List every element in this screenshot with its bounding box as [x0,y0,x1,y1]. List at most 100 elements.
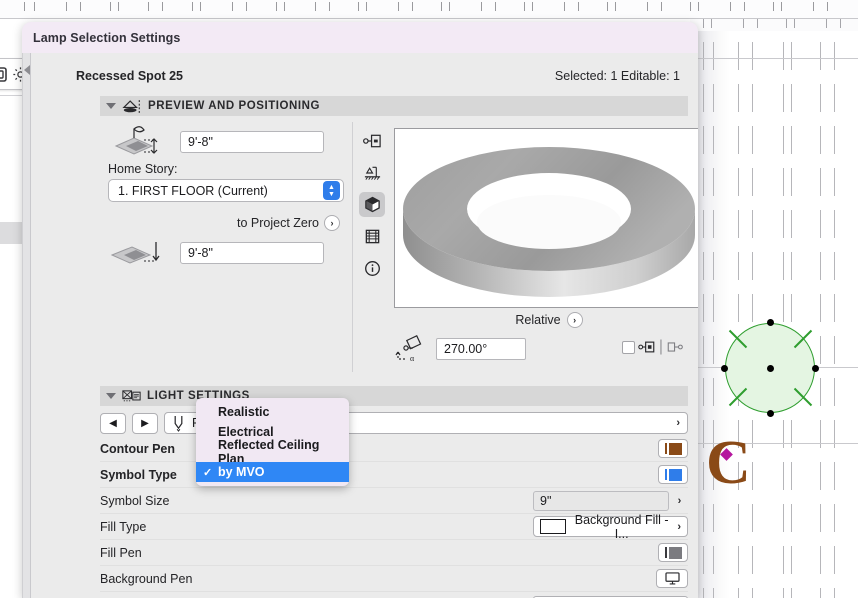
project-zero-icon [100,236,172,270]
lamp-settings-dialog[interactable]: Lamp Selection Settings Recessed Spot 25… [22,22,698,598]
menu-item-realistic[interactable]: Realistic [196,402,349,422]
background-pen-swatch[interactable] [656,569,688,588]
row-symbol-type[interactable]: Symbol Type [100,462,688,488]
relative-chevron-icon[interactable]: › [567,312,583,328]
stepper-icon[interactable]: ▲▼ [323,181,340,200]
object-header: Recessed Spot 25 Selected: 1 Editable: 1 [32,53,698,83]
elevation-icon[interactable] [359,160,385,185]
lamp-handle[interactable] [812,365,819,372]
anchor-right-icon[interactable] [666,340,684,354]
disclosure-triangle-icon[interactable] [106,103,116,109]
row-background-pen[interactable]: Background Pen [100,566,688,592]
svg-text:α: α [410,354,415,363]
window-icon[interactable] [0,63,8,85]
preview-mode-toolbar[interactable] [356,128,388,281]
symbol-size-input[interactable]: 9" [533,491,669,511]
previous-view-button[interactable]: ◀ [100,413,126,434]
anchor-left-icon[interactable] [638,340,656,354]
grid-line [820,0,821,598]
grid-line [783,0,784,598]
screen: C [0,0,858,598]
disclosure-triangle-icon[interactable] [106,393,116,399]
list-icon[interactable] [359,224,385,249]
menu-item-label: Electrical [218,425,274,439]
3d-preview[interactable] [394,128,698,308]
object-name: Recessed Spot 25 [76,69,183,83]
row-label: Fill Pen [100,546,233,560]
next-arrow-icon: ▶ [141,418,149,429]
home-story-select[interactable]: 1. FIRST FLOOR (Current) ▲▼ [108,179,344,202]
lamp-handle[interactable] [767,410,774,417]
to-project-zero-chevron-icon[interactable]: › [324,215,340,231]
row-label: Symbol Size [100,494,233,508]
transparent-pen-icon [665,572,680,585]
canvas-label-c: C [706,432,751,494]
lamp-handle[interactable] [767,319,774,326]
next-view-button[interactable]: ▶ [132,413,158,434]
grid-line [703,0,704,598]
preview-positioning-body: 9'-8" Home Story: 1. FIRST FLOOR (Curren… [100,116,688,378]
grid-line [791,0,792,598]
section-preview-positioning-header[interactable]: PREVIEW AND POSITIONING [100,96,688,116]
lamp-symbol[interactable] [720,318,820,418]
row-contour-pen[interactable]: Contour Pen [100,436,688,462]
section-title: PREVIEW AND POSITIONING [148,100,320,112]
to-project-zero-row: to Project Zero › [100,215,340,231]
angle-input[interactable]: 270.00° [436,338,526,360]
fill-pen-swatch[interactable] [658,543,688,562]
check-icon: ✓ [203,466,212,479]
home-story-label: Home Story: [108,162,352,176]
row-fill-pen[interactable]: Fill Pen [100,540,688,566]
chevron-right-icon[interactable]: › [676,417,680,429]
row-text-in-3d[interactable]: ✓ Text in 3D [100,592,688,598]
dialog-titlebar[interactable]: Lamp Selection Settings [22,22,698,53]
horizontal-ruler-secondary[interactable] [690,19,858,31]
selection-status: Selected: 1 Editable: 1 [555,69,680,83]
menu-item-reflected-ceiling-plan[interactable]: Reflected Ceiling Plan [196,442,349,462]
elevation-to-story-input[interactable]: 9'-8" [180,131,324,153]
view-navigation-row: ◀ ▶ Floor Plan › [100,406,688,436]
fill-type-value: Background Fill - I... [573,513,670,541]
to-project-zero-label: to Project Zero [237,216,319,230]
panel-collapse-tab[interactable] [23,53,31,598]
section-light-settings-header[interactable]: LIGHT SETTINGS [100,386,688,406]
menu-item-by-mvo[interactable]: ✓ by MVO [196,462,349,482]
preview-positioning-icon [122,99,142,114]
2d-symbol-icon[interactable] [359,128,385,153]
row-symbol-size[interactable]: Symbol Size 9" › [100,488,688,514]
home-story-value: 1. FIRST FLOOR (Current) [118,184,268,198]
symbol-size-chevron-icon[interactable]: › [671,491,688,511]
project-zero-input[interactable]: 9'-8" [180,242,324,264]
horizontal-ruler[interactable] [0,0,858,19]
project-zero-row: 9'-8" [100,239,352,267]
view-type-dropdown-menu[interactable]: Realistic Electrical Reflected Ceiling P… [196,398,349,486]
rotation-angle-icon: α [394,334,428,364]
preview-area: Relative › [352,116,688,378]
relative-label: Relative [515,313,560,327]
row-fill-type[interactable]: Fill Type Background Fill - I... › [100,514,688,540]
elevation-to-story-row: 9'-8" [100,128,352,156]
grid-line [738,0,739,598]
menu-item-label: by MVO [218,465,265,479]
row-label: Fill Type [100,520,233,534]
lamp-center-handle[interactable] [767,365,774,372]
grid-line [713,0,714,598]
info-icon[interactable] [359,256,385,281]
mirror-checkbox[interactable] [622,341,635,354]
3d-view-icon[interactable] [359,192,385,217]
grid-line [690,58,858,59]
relative-row: Relative › [394,312,698,328]
dialog-content: Recessed Spot 25 Selected: 1 Editable: 1… [32,53,698,598]
mirror-controls[interactable]: | [622,338,684,356]
dialog-body: Recessed Spot 25 Selected: 1 Editable: 1… [22,53,698,598]
chevron-right-icon[interactable]: › [677,521,681,533]
grid-line [752,0,753,598]
prev-arrow-icon: ◀ [109,418,117,429]
fill-preview-chip [540,519,566,534]
lamp-handle[interactable] [721,365,728,372]
grid-line [834,0,835,598]
contour-pen-swatch[interactable] [658,439,688,458]
fill-type-select[interactable]: Background Fill - I... › [533,516,688,537]
symbol-type-swatch[interactable] [658,465,688,484]
dialog-title: Lamp Selection Settings [33,31,180,45]
